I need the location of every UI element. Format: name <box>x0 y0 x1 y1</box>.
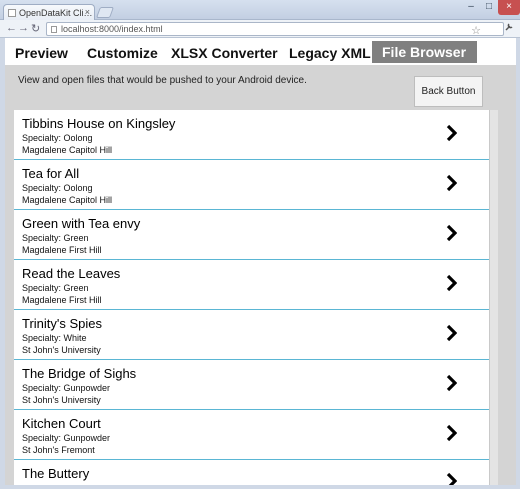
list-item[interactable]: Green with Tea envy Specialty: Green Mag… <box>14 210 489 260</box>
item-name: The Buttery <box>22 466 90 481</box>
chevron-right-icon[interactable] <box>445 374 457 392</box>
page-viewport: Preview Customize XLSX Converter Legacy … <box>5 38 516 485</box>
wrench-menu-icon[interactable] <box>504 22 514 35</box>
item-name: Tibbins House on Kingsley <box>22 116 176 131</box>
item-name: Tea for All <box>22 166 80 181</box>
nav-preview[interactable]: Preview <box>15 45 68 61</box>
maximize-button[interactable]: □ <box>480 0 498 15</box>
chevron-right-icon[interactable] <box>445 274 457 292</box>
file-list[interactable]: Tibbins House on Kingsley Specialty: Ool… <box>14 110 489 485</box>
browser-tab[interactable]: OpenDataKit Cli… × <box>3 4 95 20</box>
chevron-right-icon[interactable] <box>445 224 457 242</box>
top-navigation: Preview Customize XLSX Converter Legacy … <box>5 38 516 65</box>
list-item[interactable]: Read the Leaves Specialty: Green Magdale… <box>14 260 489 310</box>
address-bar[interactable]: localhost:8000/index.html ☆ <box>46 22 504 37</box>
item-specialty: Specialty: Gunpowder <box>22 433 111 443</box>
item-specialty: Specialty: Green <box>22 283 89 293</box>
tab-close-icon[interactable]: × <box>85 7 90 17</box>
list-item[interactable]: The Buttery <box>14 460 489 485</box>
chevron-right-icon[interactable] <box>445 124 457 142</box>
address-url: localhost:8000/index.html <box>61 24 163 34</box>
tab-title: OpenDataKit Cli… <box>19 8 93 18</box>
item-location: Magdalene First Hill <box>22 245 102 255</box>
list-scrollbar[interactable] <box>489 110 498 485</box>
item-specialty: Specialty: Oolong <box>22 133 93 143</box>
reload-icon[interactable]: ↻ <box>31 22 40 35</box>
back-arrow-icon[interactable]: ← <box>6 22 17 34</box>
item-location: Magdalene Capitol Hill <box>22 145 113 155</box>
chevron-right-icon[interactable] <box>445 324 457 342</box>
item-specialty: Specialty: White <box>22 333 87 343</box>
chevron-right-icon[interactable] <box>445 174 457 192</box>
nav-legacy-xml[interactable]: Legacy XML <box>289 45 371 61</box>
list-item[interactable]: The Bridge of Sighs Specialty: Gunpowder… <box>14 360 489 410</box>
forward-arrow-icon[interactable]: → <box>18 22 29 34</box>
item-name: Read the Leaves <box>22 266 121 281</box>
nav-customize[interactable]: Customize <box>87 45 158 61</box>
page-favicon-icon <box>8 9 16 17</box>
item-location: St John's Fremont <box>22 445 95 455</box>
chevron-right-icon[interactable] <box>445 424 457 442</box>
chevron-right-icon[interactable] <box>445 472 457 485</box>
item-location: St John's University <box>22 395 101 405</box>
bookmark-star-icon[interactable]: ☆ <box>471 24 481 37</box>
list-item[interactable]: Trinity's Spies Specialty: White St John… <box>14 310 489 360</box>
item-specialty: Specialty: Green <box>22 233 89 243</box>
nav-file-browser[interactable]: File Browser <box>372 41 478 63</box>
minimize-button[interactable]: – <box>462 0 480 15</box>
item-name: Green with Tea envy <box>22 216 141 231</box>
item-specialty: Specialty: Gunpowder <box>22 383 111 393</box>
item-specialty: Specialty: Oolong <box>22 183 93 193</box>
list-item[interactable]: Tibbins House on Kingsley Specialty: Ool… <box>14 110 489 160</box>
browser-toolbar: ← → ↻ localhost:8000/index.html ☆ <box>0 20 520 38</box>
intro-text: View and open files that would be pushed… <box>18 75 307 86</box>
new-tab-button[interactable] <box>95 7 115 18</box>
file-browser-panel: View and open files that would be pushed… <box>5 65 516 485</box>
list-item[interactable]: Kitchen Court Specialty: Gunpowder St Jo… <box>14 410 489 460</box>
item-name: Trinity's Spies <box>22 316 103 331</box>
item-location: St John's University <box>22 345 101 355</box>
item-location: Magdalene Capitol Hill <box>22 195 113 205</box>
page-icon <box>51 26 57 33</box>
back-button[interactable]: Back Button <box>414 76 483 107</box>
browser-titlebar: OpenDataKit Cli… × – □ × <box>0 0 520 20</box>
item-location: Magdalene First Hill <box>22 295 102 305</box>
item-name: The Bridge of Sighs <box>22 366 137 381</box>
nav-xlsx-converter[interactable]: XLSX Converter <box>171 45 278 61</box>
window-close-button[interactable]: × <box>498 0 520 15</box>
item-name: Kitchen Court <box>22 416 101 431</box>
list-item[interactable]: Tea for All Specialty: Oolong Magdalene … <box>14 160 489 210</box>
